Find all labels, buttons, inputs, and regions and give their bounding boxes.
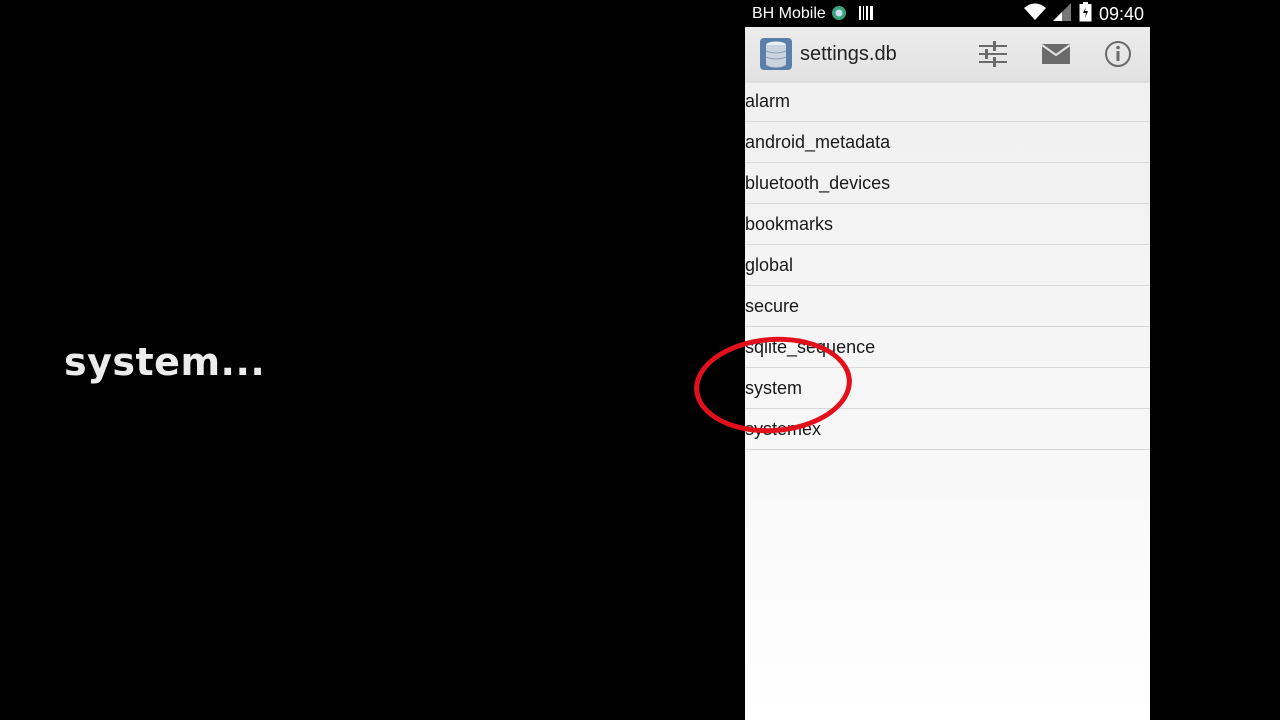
database-icon[interactable]	[759, 37, 793, 75]
app-title: settings.db	[800, 43, 897, 65]
status-clock: 09:40	[1098, 4, 1144, 24]
table-row-alarm[interactable]: alarm	[745, 81, 1150, 122]
table-row-global[interactable]: global	[745, 245, 1150, 286]
app-window: settings.db alarm android_metadata bluet…	[745, 27, 1150, 720]
signal-icon	[1053, 3, 1071, 26]
table-row-sqlite-sequence[interactable]: sqlite_sequence	[745, 327, 1150, 368]
carrier-app-icon	[831, 5, 847, 26]
info-icon[interactable]	[1098, 36, 1138, 72]
status-bar: BH Mobile 09:40	[745, 0, 1150, 27]
battery-icon	[1079, 2, 1092, 27]
caption-text: system...	[64, 340, 266, 384]
wifi-icon	[1024, 3, 1046, 26]
table-row-system[interactable]: system	[745, 368, 1150, 409]
table-row-bookmarks[interactable]: bookmarks	[745, 204, 1150, 245]
table-row-secure[interactable]: secure	[745, 286, 1150, 327]
barcode-icon	[858, 5, 874, 26]
carrier-name: BH Mobile	[752, 5, 826, 22]
mail-icon[interactable]	[1036, 36, 1076, 72]
table-row-android-metadata[interactable]: android_metadata	[745, 122, 1150, 163]
table-list: alarm android_metadata bluetooth_devices…	[745, 81, 1150, 450]
sliders-icon[interactable]	[973, 36, 1013, 72]
action-bar: settings.db	[745, 27, 1150, 81]
table-row-systemex[interactable]: systemex	[745, 409, 1150, 450]
table-row-bluetooth-devices[interactable]: bluetooth_devices	[745, 163, 1150, 204]
